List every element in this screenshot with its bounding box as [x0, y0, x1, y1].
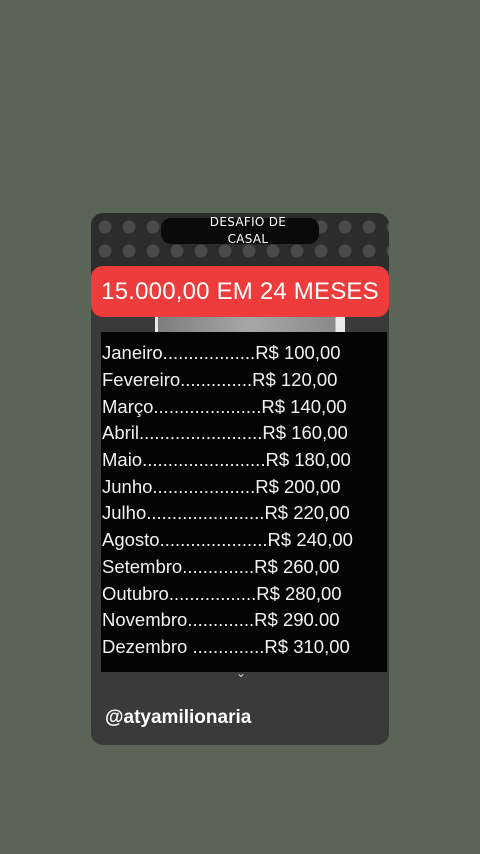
challenge-title-line2: CASAL [227, 232, 269, 246]
monthly-list: Janeiro..................R$ 100,00 Fever… [101, 332, 387, 672]
list-item: Fevereiro..............R$ 120,00 [102, 369, 338, 390]
list-item: Agosto.....................R$ 240,00 [102, 529, 353, 550]
list-item: Maio........................R$ 180,00 [102, 449, 351, 470]
list-item: Dezembro ..............R$ 310,00 [102, 636, 350, 657]
list-item: Março.....................R$ 140,00 [102, 396, 347, 417]
list-item: Novembro.............R$ 290.00 [102, 609, 340, 630]
list-item: Junho....................R$ 200,00 [102, 476, 341, 497]
chevron-down-icon[interactable]: ⌄ [236, 667, 246, 679]
list-item: Setembro..............R$ 260,00 [102, 556, 340, 577]
list-item: Abril........................R$ 160,00 [102, 422, 348, 443]
photo-strip [155, 317, 345, 333]
account-handle[interactable]: @atyamilionaria [105, 707, 251, 729]
list-item: Outubro.................R$ 280,00 [102, 583, 342, 604]
challenge-title: DESAFIO DE CASAL [183, 214, 313, 248]
goal-banner: 15.000,00 EM 24 MESES [91, 266, 389, 317]
list-item: Janeiro..................R$ 100,00 [102, 342, 341, 363]
list-item: Julho.......................R$ 220,00 [102, 502, 350, 523]
post-card[interactable]: DESAFIO DE CASAL 15.000,00 EM 24 MESES J… [91, 213, 389, 745]
challenge-title-line1: DESAFIO DE [209, 215, 287, 229]
goal-banner-text: 15.000,00 EM 24 MESES [101, 277, 379, 305]
